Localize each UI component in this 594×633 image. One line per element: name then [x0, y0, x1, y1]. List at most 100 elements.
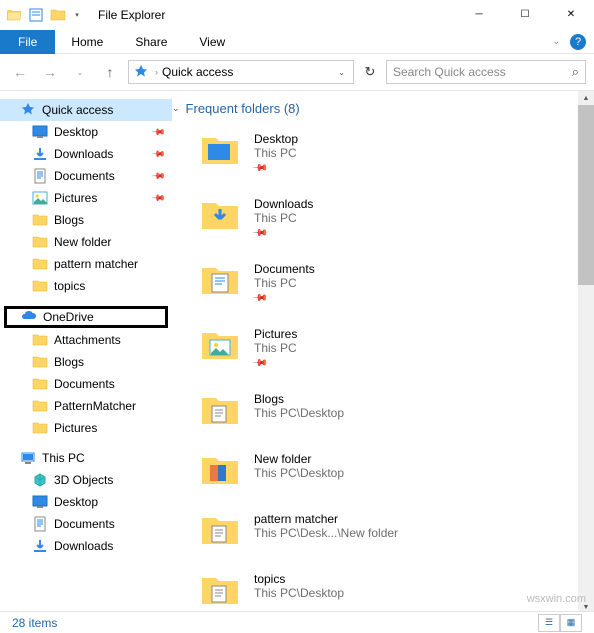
thispc-icon [20, 450, 36, 466]
search-placeholder: Search Quick access [393, 65, 572, 79]
refresh-button[interactable]: ↻ [360, 60, 380, 84]
sidebar-item[interactable]: Documents [0, 513, 172, 535]
sidebar-item[interactable]: pattern matcher [0, 253, 172, 275]
section-title: Frequent folders (8) [186, 101, 300, 116]
3d-icon [32, 472, 48, 488]
folder-icon [32, 256, 48, 272]
chevron-down-icon: ⌄ [172, 103, 180, 114]
desktop-icon [32, 494, 48, 510]
folder-item[interactable]: pattern matcher This PC\Desk...\New fold… [172, 506, 594, 566]
nav-up-button[interactable]: ↑ [98, 60, 122, 84]
scrollbar-track[interactable]: ▲ ▼ [578, 91, 594, 614]
pin-icon: 📌 [151, 146, 167, 162]
maximize-button[interactable]: ☐ [502, 0, 548, 30]
sidebar-item[interactable]: Documents📌 [0, 165, 172, 187]
documents-icon [32, 168, 48, 184]
sidebar-onedrive[interactable]: OneDrive [4, 306, 168, 328]
section-header[interactable]: ⌄ Frequent folders (8) [172, 95, 594, 126]
folder-item[interactable]: Downloads This PC 📌 [172, 191, 594, 256]
sidebar-item[interactable]: PatternMatcher [0, 395, 172, 417]
folder-path: This PC [254, 276, 315, 290]
folder-item[interactable]: New folder This PC\Desktop [172, 446, 594, 506]
sidebar-quick-access[interactable]: Quick access [0, 99, 172, 121]
search-input[interactable]: Search Quick access ⌕ [386, 60, 586, 84]
pin-icon: 📌 [151, 124, 167, 140]
folder-path: This PC\Desktop [254, 466, 344, 480]
sidebar-item[interactable]: 3D Objects [0, 469, 172, 491]
folder-icon [32, 332, 48, 348]
folder-name: Blogs [254, 392, 344, 406]
sidebar-item[interactable]: Downloads [0, 535, 172, 557]
folder-item[interactable]: topics This PC\Desktop [172, 566, 594, 614]
sidebar-item[interactable]: topics [0, 275, 172, 297]
onedrive-icon [21, 309, 37, 325]
folder-name: pattern matcher [254, 512, 398, 526]
sidebar-item[interactable]: Blogs [0, 209, 172, 231]
breadcrumb-chevron-icon[interactable]: › [155, 67, 158, 77]
sidebar-item[interactable]: Blogs [0, 351, 172, 373]
pin-icon: 📌 [151, 168, 167, 184]
folder-item[interactable]: Blogs This PC\Desktop [172, 386, 594, 446]
folder-path: This PC [254, 211, 313, 225]
folder-large-icon [200, 512, 240, 548]
sidebar-thispc[interactable]: This PC [0, 447, 172, 469]
folder-item[interactable]: Documents This PC 📌 [172, 256, 594, 321]
folder-large-icon [200, 327, 240, 363]
folder-path: This PC [254, 341, 297, 355]
sidebar-item[interactable]: Pictures [0, 417, 172, 439]
scrollbar-thumb[interactable] [578, 105, 594, 285]
folder-icon [32, 398, 48, 414]
sidebar-item[interactable]: Pictures📌 [0, 187, 172, 209]
address-text: Quick access [162, 65, 334, 79]
folder-item[interactable]: Desktop This PC 📌 [172, 126, 594, 191]
folder-icon [32, 420, 48, 436]
qat-dropdown-icon[interactable]: ▾ [72, 7, 82, 23]
tab-view[interactable]: View [183, 30, 241, 54]
folder-icon [32, 376, 48, 392]
ribbon-expand-icon[interactable]: ⌄ [552, 36, 560, 47]
pin-icon: 📌 [151, 190, 167, 206]
minimize-button[interactable]: ─ [456, 0, 502, 30]
nav-recent-dropdown[interactable]: ⌄ [68, 60, 92, 84]
sidebar-item[interactable]: Downloads📌 [0, 143, 172, 165]
folder-icon [32, 234, 48, 250]
watermark: wsxwin.com [527, 593, 586, 605]
status-bar: 28 items ☰ ▦ [0, 611, 594, 633]
close-button[interactable]: ✕ [548, 0, 594, 30]
folder-name: Pictures [254, 327, 297, 341]
desktop-icon [32, 124, 48, 140]
folder-item[interactable]: Pictures This PC 📌 [172, 321, 594, 386]
help-icon[interactable]: ? [570, 34, 586, 50]
sidebar-item[interactable]: Documents [0, 373, 172, 395]
tab-home[interactable]: Home [55, 30, 119, 54]
folder-icon [32, 354, 48, 370]
folder-path: This PC\Desk...\New folder [254, 526, 398, 540]
app-icon [6, 7, 22, 23]
sidebar-item[interactable]: New folder [0, 231, 172, 253]
view-details-button[interactable]: ☰ [538, 614, 560, 632]
folder-large-icon [200, 392, 240, 428]
folder-large-icon [200, 262, 240, 298]
main-area: Quick access Desktop📌Downloads📌Documents… [0, 90, 594, 614]
view-icons-button[interactable]: ▦ [560, 614, 582, 632]
pin-icon: 📌 [252, 290, 267, 305]
folder-icon [32, 212, 48, 228]
folder-name: topics [254, 572, 344, 586]
tab-file[interactable]: File [0, 30, 55, 54]
address-bar[interactable]: › Quick access ⌄ [128, 60, 354, 84]
folder-path: This PC [254, 146, 298, 160]
scroll-up-button[interactable]: ▲ [578, 91, 594, 105]
downloads-icon [32, 146, 48, 162]
address-dropdown-icon[interactable]: ⌄ [334, 68, 349, 77]
sidebar-item[interactable]: Attachments [0, 329, 172, 351]
sidebar-item[interactable]: Desktop [0, 491, 172, 513]
nav-forward-button[interactable]: → [38, 60, 62, 84]
sidebar-item[interactable]: Desktop📌 [0, 121, 172, 143]
nav-back-button[interactable]: ← [8, 60, 32, 84]
folder-path: This PC\Desktop [254, 586, 344, 600]
tab-share[interactable]: Share [119, 30, 183, 54]
qat-properties-icon[interactable] [28, 7, 44, 23]
status-text: 28 items [12, 616, 57, 630]
qat-newfolder-icon[interactable] [50, 7, 66, 23]
documents-icon [32, 516, 48, 532]
